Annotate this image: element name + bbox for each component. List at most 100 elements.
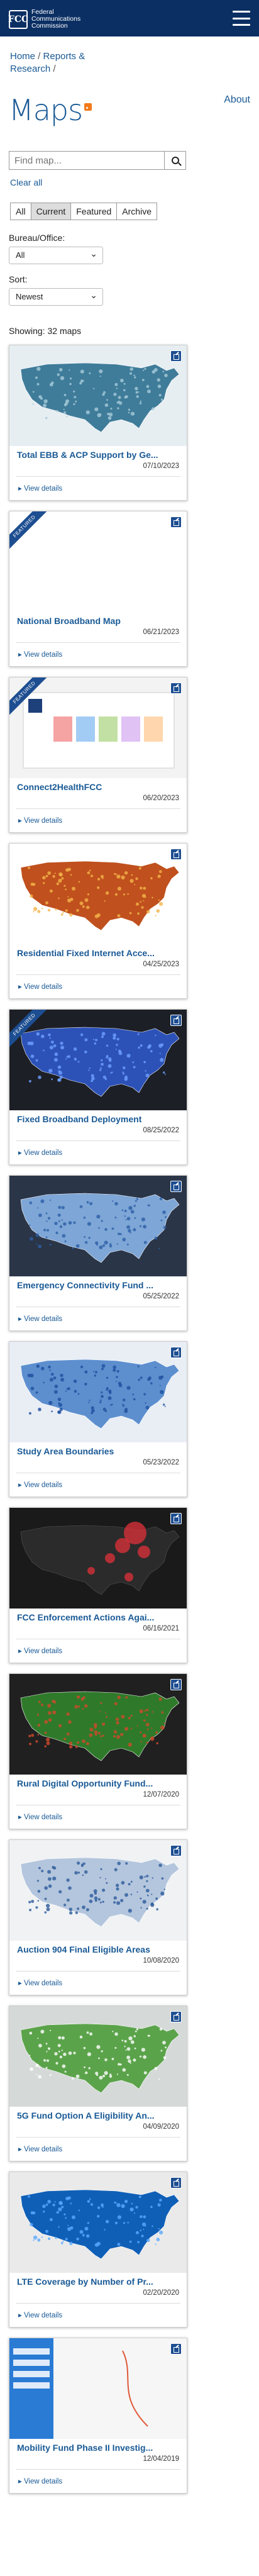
map-card-date: 07/10/2023	[143, 462, 179, 470]
map-thumbnail[interactable]	[9, 1508, 187, 1609]
view-details-link[interactable]: ▸ View details	[18, 2144, 62, 2153]
map-card-title[interactable]: Study Area Boundaries	[17, 1446, 180, 1456]
external-link-icon[interactable]	[170, 1347, 182, 1358]
map-card[interactable]: LTE Coverage by Number of Pr... 02/20/202…	[9, 2172, 187, 2328]
external-link-icon[interactable]	[170, 1679, 182, 1690]
view-details-link[interactable]: ▸ View details	[18, 1480, 62, 1489]
view-details-link[interactable]: ▸ View details	[18, 1646, 62, 1655]
tab-featured[interactable]: Featured	[71, 203, 118, 220]
view-details-link[interactable]: ▸ View details	[18, 484, 62, 493]
map-thumbnail[interactable]	[9, 1176, 187, 1276]
divider	[16, 2469, 180, 2470]
search-box	[9, 151, 186, 170]
view-details-link[interactable]: ▸ View details	[18, 816, 62, 825]
map-card-date: 05/23/2022	[143, 1459, 179, 1466]
map-thumbnail[interactable]	[9, 1840, 187, 1941]
map-card-title[interactable]: Connect2HealthFCC	[17, 782, 180, 792]
map-thumbnail[interactable]	[9, 1342, 187, 1442]
sort-label: Sort:	[9, 274, 28, 284]
map-card-date: 06/20/2023	[143, 795, 179, 802]
map-card[interactable]: Auction 904 Final Eligible Areas 10/08/20…	[9, 1839, 187, 1995]
map-card-date: 02/20/2020	[143, 2289, 179, 2297]
map-card-title[interactable]: Rural Digital Opportunity Fund...	[17, 1778, 180, 1788]
map-card[interactable]: Emergency Connectivity Fund ... 05/25/202…	[9, 1175, 187, 1331]
rss-icon[interactable]	[84, 103, 92, 111]
fcc-logo[interactable]: FCC Federal Communications Commission	[8, 9, 80, 30]
external-link-icon[interactable]	[170, 2343, 182, 2355]
view-details-link[interactable]: ▸ View details	[18, 1812, 62, 1821]
map-card[interactable]: Study Area Boundaries 05/23/2022 ▸ View de…	[9, 1341, 187, 1497]
view-details-link[interactable]: ▸ View details	[18, 2477, 62, 2485]
map-card[interactable]: FEATURED Connect2HealthFCC 06/20/2023 ▸ Vie…	[9, 677, 187, 833]
map-card[interactable]: FEATURED National Broadband Map 06/21/2023…	[9, 511, 187, 667]
external-link-icon[interactable]	[170, 1845, 182, 1856]
map-card-title[interactable]: LTE Coverage by Number of Pr...	[17, 2277, 180, 2287]
divider	[16, 2137, 180, 2138]
external-link-icon[interactable]	[170, 1513, 182, 1524]
map-thumbnail[interactable]	[9, 2172, 187, 2273]
search-input[interactable]	[9, 152, 164, 169]
external-link-icon[interactable]	[170, 1181, 182, 1192]
map-card-date: 12/04/2019	[143, 2455, 179, 2463]
bureau-select[interactable]: All	[9, 245, 103, 264]
map-card[interactable]: Total EBB & ACP Support by Ge... 07/10/20…	[9, 345, 187, 501]
map-thumbnail[interactable]	[9, 677, 187, 778]
external-link-icon[interactable]	[170, 2177, 182, 2188]
external-link-icon[interactable]	[170, 516, 182, 528]
map-card-date: 04/25/2023	[143, 961, 179, 968]
bureau-label: Bureau/Office:	[9, 233, 65, 243]
map-card-title[interactable]: Fixed Broadband Deployment	[17, 1114, 180, 1124]
map-card-title[interactable]: Mobility Fund Phase II Investig...	[17, 2443, 180, 2453]
breadcrumb: Home / Reports & Research /	[10, 51, 85, 74]
map-card-title[interactable]: FCC Enforcement Actions Agai...	[17, 1612, 180, 1622]
breadcrumb-home[interactable]: Home	[10, 51, 35, 62]
site-header: FCC Federal Communications Commission	[0, 0, 259, 36]
map-thumbnail[interactable]	[9, 511, 187, 612]
map-thumbnail[interactable]	[9, 1674, 187, 1775]
map-card-date: 08/25/2022	[143, 1127, 179, 1134]
map-card-title[interactable]: National Broadband Map	[17, 616, 180, 626]
view-details-link[interactable]: ▸ View details	[18, 1314, 62, 1323]
map-card[interactable]: Mobility Fund Phase II Investig... 12/04/…	[9, 2338, 187, 2494]
search-button[interactable]	[164, 152, 185, 169]
map-card-title[interactable]: Total EBB & ACP Support by Ge...	[17, 450, 180, 460]
map-thumbnail[interactable]	[9, 1010, 187, 1110]
map-card-title[interactable]: Residential Fixed Internet Acce...	[17, 948, 180, 958]
map-thumbnail[interactable]	[9, 2006, 187, 2107]
map-thumbnail[interactable]	[9, 2338, 187, 2439]
tab-archive[interactable]: Archive	[117, 203, 157, 220]
view-details-link[interactable]: ▸ View details	[18, 650, 62, 659]
map-card-title[interactable]: 5G Fund Option A Eligibility An...	[17, 2110, 180, 2121]
map-card[interactable]: Residential Fixed Internet Acce... 04/25/…	[9, 843, 187, 999]
external-link-icon[interactable]	[170, 350, 182, 362]
breadcrumb-research[interactable]: Research	[10, 64, 50, 74]
external-link-icon[interactable]	[170, 683, 182, 694]
map-thumbnail[interactable]	[9, 345, 187, 446]
map-card[interactable]: FCC Enforcement Actions Agai... 06/16/202…	[9, 1507, 187, 1663]
map-card[interactable]: 5G Fund Option A Eligibility An... 04/09/…	[9, 2005, 187, 2161]
view-details-link[interactable]: ▸ View details	[18, 1148, 62, 1157]
view-details-link[interactable]: ▸ View details	[18, 1978, 62, 1987]
map-card-title[interactable]: Emergency Connectivity Fund ...	[17, 1280, 180, 1290]
tab-current[interactable]: Current	[31, 203, 72, 220]
fcc-logo-mark: FCC	[8, 9, 28, 29]
sort-select[interactable]: Newest	[9, 287, 103, 306]
menu-icon[interactable]	[233, 11, 250, 26]
about-link[interactable]: About	[224, 94, 250, 106]
external-link-icon[interactable]	[170, 1015, 182, 1026]
map-card-title[interactable]: Auction 904 Final Eligible Areas	[17, 1944, 180, 1954]
external-link-icon[interactable]	[170, 849, 182, 860]
breadcrumb-reports[interactable]: Reports &	[43, 51, 85, 62]
map-card-date: 10/08/2020	[143, 1957, 179, 1965]
clear-all-link[interactable]: Clear all	[10, 177, 42, 187]
map-card[interactable]: FEATURED Fixed Broadband Deployment 08/25/…	[9, 1009, 187, 1165]
divider	[16, 642, 180, 643]
map-card-date: 06/21/2023	[143, 628, 179, 636]
view-details-link[interactable]: ▸ View details	[18, 982, 62, 991]
map-card[interactable]: Rural Digital Opportunity Fund... 12/07/2…	[9, 1673, 187, 1829]
view-details-link[interactable]: ▸ View details	[18, 2311, 62, 2319]
map-thumbnail[interactable]	[9, 844, 187, 944]
external-link-icon[interactable]	[170, 2011, 182, 2022]
tab-all[interactable]: All	[11, 203, 31, 220]
map-card-date: 05/25/2022	[143, 1293, 179, 1300]
